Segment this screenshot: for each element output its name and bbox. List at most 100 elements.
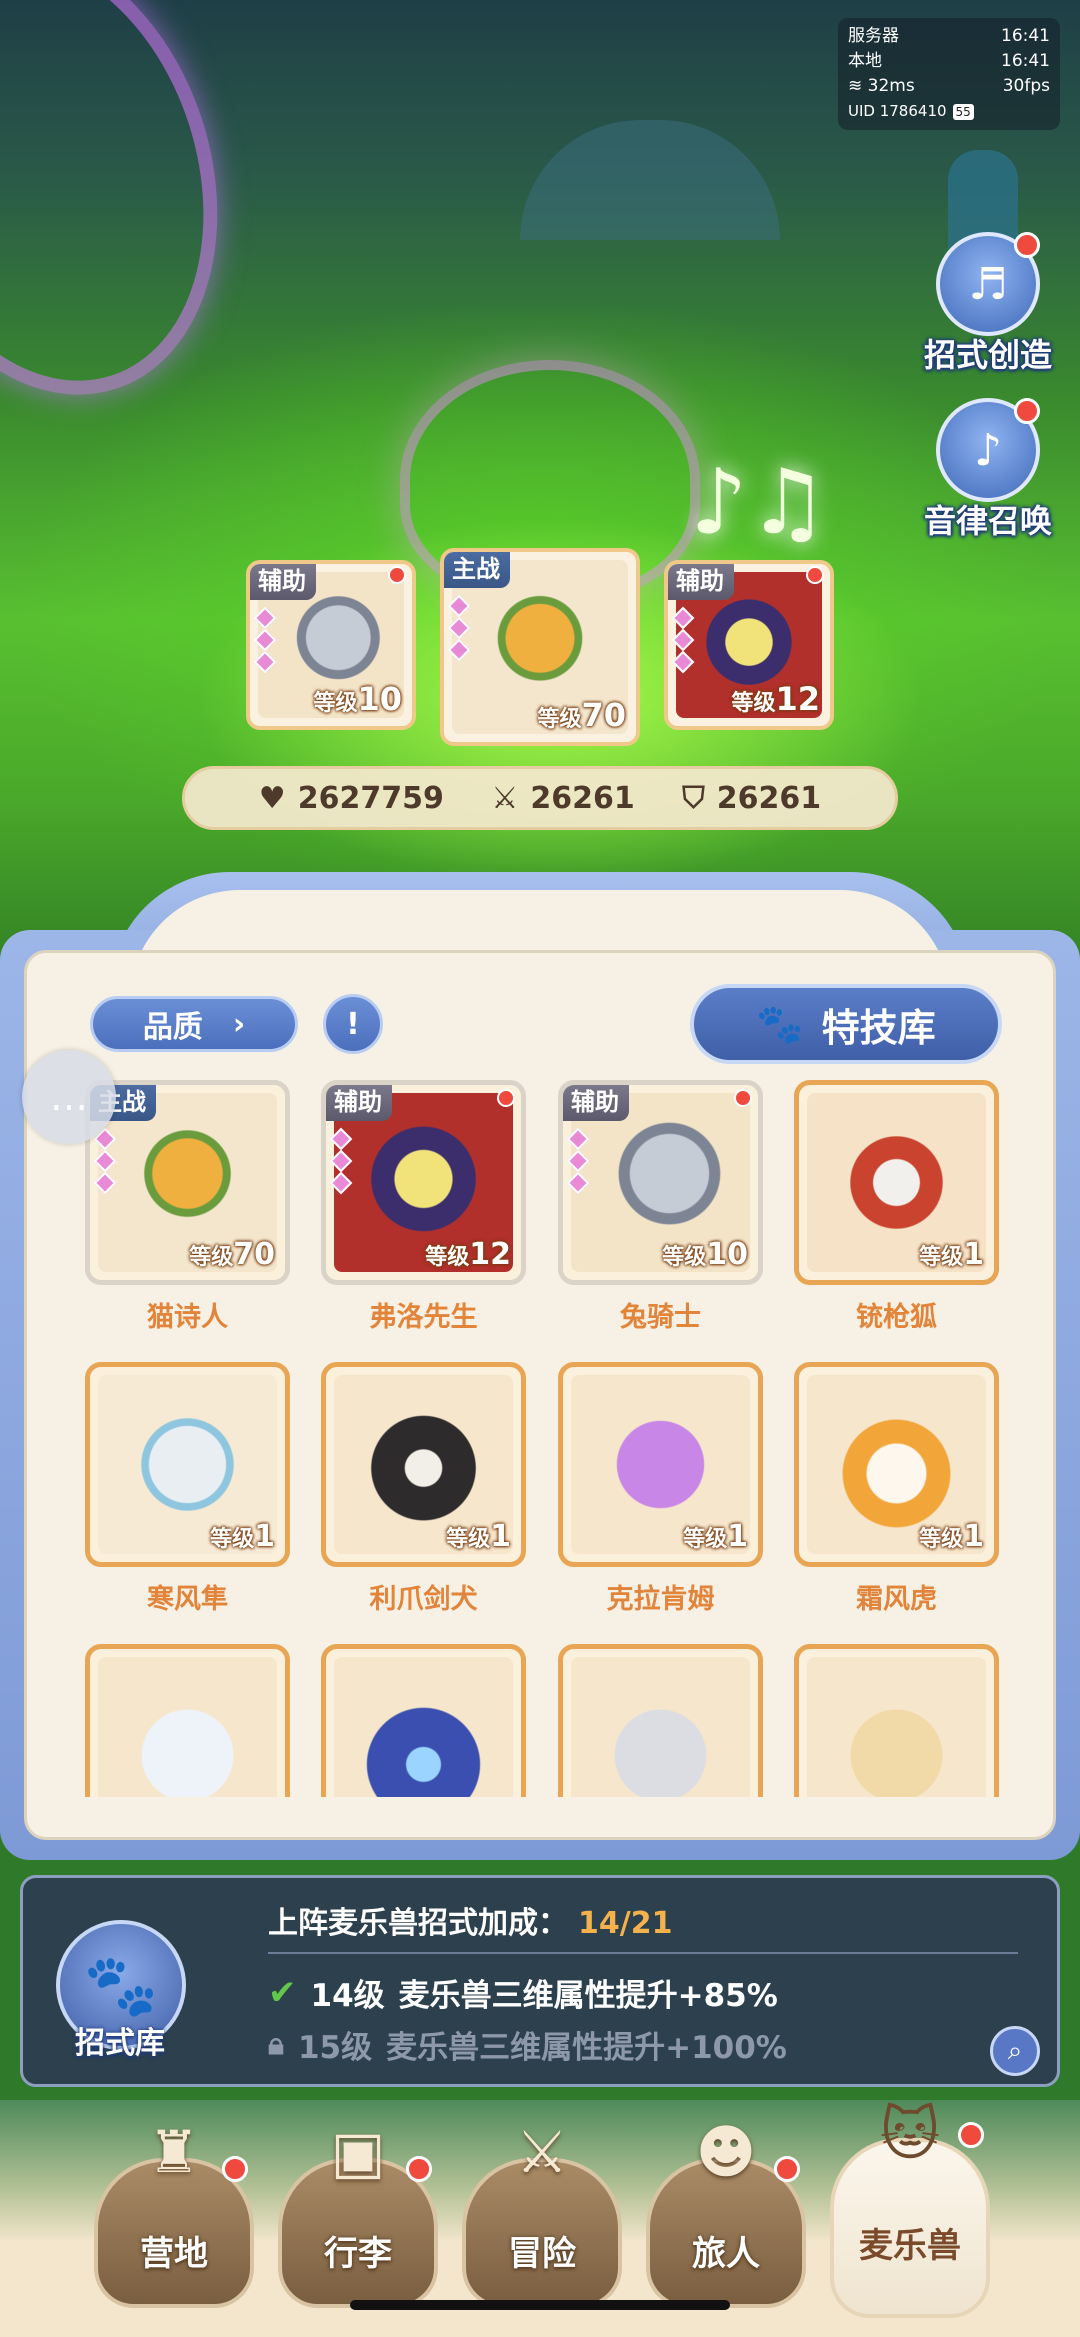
lineup-slot-left[interactable]: 辅助 等级10 [246,560,416,730]
notification-dot [497,1089,515,1107]
cream-beast-portrait [807,1657,986,1797]
rank-stars [93,1125,117,1195]
achieved-level: 14级 [310,1978,385,2014]
pet-cell[interactable]: 辅助 等级12 弗洛先生 [321,1080,526,1334]
level-badge: 等级10 [313,680,402,718]
level-badge: 等级12 [731,680,820,718]
role-tag: 辅助 [668,564,734,600]
pet-card[interactable]: 等级1 [794,1080,999,1285]
pet-name: 铳枪狐 [856,1302,937,1333]
pet-card[interactable] [321,1644,526,1797]
nav-label: 冒险 [508,2234,576,2274]
pet-cell[interactable] [85,1644,290,1797]
rank-stars [566,1125,590,1195]
notification-dot [1014,232,1040,258]
magic-arc-effect [0,0,273,440]
snow-leopard-portrait [571,1657,750,1797]
rhythm-summon-label: 音律召唤 [923,502,1052,540]
quality-filter-label: 品质 [142,1010,203,1045]
pet-card[interactable] [85,1644,290,1797]
pet-card[interactable]: 辅助 等级12 [321,1080,526,1285]
pet-card[interactable]: 等级1 [85,1362,290,1567]
shield-icon: ⛉ [682,780,705,816]
home-indicator[interactable] [350,2300,730,2310]
nav-adventure[interactable]: ⚔ 冒险 [462,2118,622,2318]
pet-card[interactable] [558,1644,763,1797]
pet-cell[interactable]: 等级1 利爪剑犬 [321,1362,526,1616]
pet-card[interactable] [794,1644,999,1797]
pet-cell[interactable]: 等级1 克拉肯姆 [558,1362,763,1616]
level-badge: 等级10 [662,1237,748,1272]
cat-head-icon: 🐱︎ [879,2100,941,2168]
heart-icon: ♥ [258,780,286,816]
local-time-label: 本地 [848,51,882,71]
nav-luggage[interactable]: ▣ 行李 [278,2118,438,2318]
attack-value: 26261 [530,780,635,816]
next-bonus-row: 🔒︎ 15级 麦乐兽三维属性提升+100% [268,2022,787,2067]
rank-stars [671,604,695,674]
achieved-text: 麦乐兽三维属性提升+85% [398,1978,778,2014]
pet-card[interactable]: 等级1 [794,1362,999,1567]
notification-dot [1014,398,1040,424]
pet-cell[interactable] [794,1644,999,1797]
nav-label: 旅人 [692,2234,760,2274]
lineup-slot-main[interactable]: 主战 等级70 [440,548,640,746]
notification-dot [774,2156,800,2182]
rank-stars [329,1125,353,1195]
defense-value: 26261 [716,780,822,816]
role-tag: 辅助 [326,1085,392,1121]
ping-value: 32ms [867,76,915,96]
pet-name: 兔骑士 [620,1302,701,1333]
network-status-box: 服务器 16:41 本地 16:41 ≋ 32ms 30fps UID 1786410… [838,18,1060,130]
server-time-label: 服务器 [848,26,899,46]
nav-travelers[interactable]: ☻ 旅人 [646,2118,806,2318]
nav-label: 行李 [324,2234,392,2274]
pet-card[interactable]: 辅助 等级10 [558,1080,763,1285]
level-badge: 等级1 [919,1237,984,1272]
skill-create-button[interactable]: ♬ 招式创造 [918,232,1058,376]
pet-name: 霜风虎 [856,1584,937,1615]
pet-cell[interactable]: 辅助 等级10 兔骑士 [558,1080,763,1334]
pet-cell[interactable]: 主战 等级70 猫诗人 [85,1080,290,1334]
battery-icon: 55 [952,103,974,120]
nav-camp[interactable]: ♜ 营地 [94,2118,254,2318]
lineup-slot-right[interactable]: 辅助 等级12 [664,560,834,730]
team-stats-bar: ♥ 2627759 ⚔ 26261 ⛉ 26261 [182,766,898,830]
info-icon[interactable]: ! [323,994,383,1054]
music-notes-effect: ♪♫ [690,450,829,555]
checkmark-icon: ✔ [268,1972,297,2013]
hooded-spirit-portrait [334,1657,513,1797]
wifi-icon: ≋ [848,76,863,96]
magnifier-icon[interactable]: ⌕ [990,2026,1040,2076]
divider [268,1952,1018,1954]
paw-icon: 🐾 [83,1950,159,2021]
pet-name: 寒风隼 [147,1584,228,1615]
bonus-title: 上阵麦乐兽招式加成： 14/21 [268,1906,673,1941]
pet-card[interactable]: 等级1 [321,1362,526,1567]
pet-cell[interactable] [558,1644,763,1797]
role-tag: 主战 [444,552,510,588]
pet-card[interactable]: 主战 等级70 [85,1080,290,1285]
level-badge: 等级70 [537,696,626,734]
nav-melody-beasts[interactable]: 🐱︎ 麦乐兽 [830,2100,990,2318]
next-level: 15级 [297,2030,373,2066]
pet-name: 利爪剑犬 [369,1584,478,1615]
music-book-icon: ♬ [968,258,1008,310]
bonus-progress: 14/21 [578,1906,673,1941]
pet-cell[interactable]: 等级1 铳枪狐 [794,1080,999,1334]
pet-cell[interactable]: 等级1 寒风隼 [85,1362,290,1616]
notification-dot [806,566,824,584]
rhythm-summon-button[interactable]: ♪ 音律召唤 [918,398,1058,542]
pet-cell[interactable]: 等级1 霜风虎 [794,1362,999,1616]
role-tag: 辅助 [250,564,316,600]
pet-card[interactable]: 等级1 [558,1362,763,1567]
chat-icon[interactable]: … [22,1050,116,1144]
quality-filter-button[interactable]: 品质 › [90,996,298,1052]
paw-icon: 🐾 [756,1001,804,1046]
level-badge: 等级70 [189,1237,275,1272]
skill-library-button[interactable]: 🐾 特技库 [690,984,1002,1064]
nav-label: 麦乐兽 [859,2226,961,2266]
server-time: 16:41 [1001,26,1050,46]
pet-cell[interactable] [321,1644,526,1797]
hp-value: 2627759 [297,780,444,816]
